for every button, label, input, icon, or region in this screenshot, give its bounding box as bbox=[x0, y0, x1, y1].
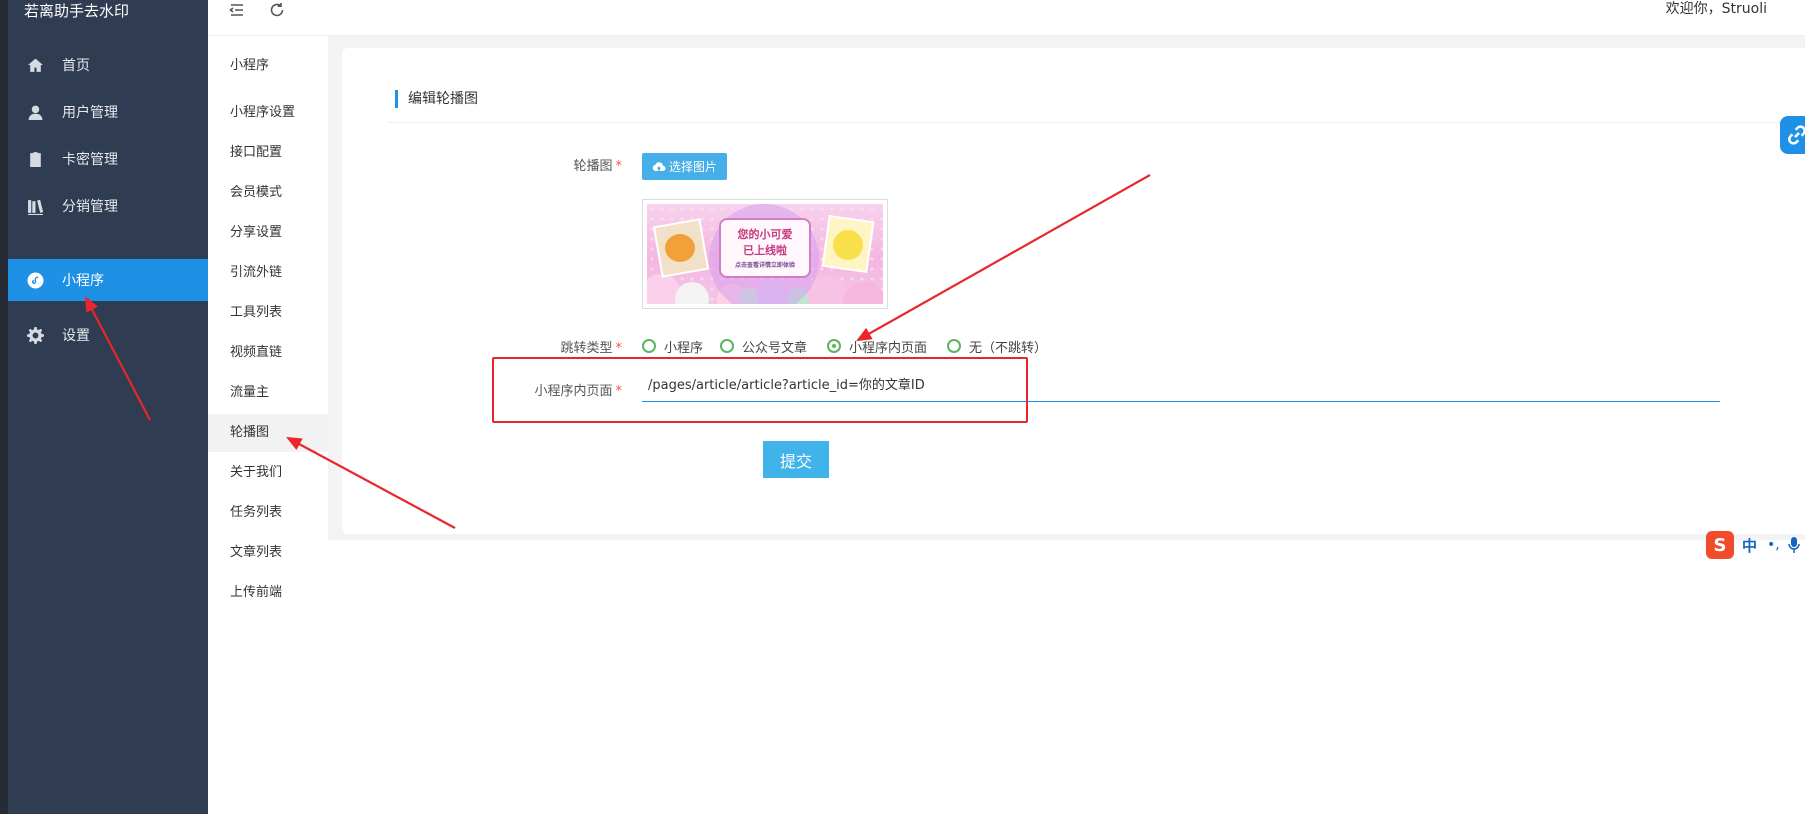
sidebar-item-label: 设置 bbox=[62, 328, 90, 344]
top-bar: 欢迎你，Struoli bbox=[208, 0, 1805, 36]
main-lower-area bbox=[328, 540, 1805, 814]
submenu-item-membership[interactable]: 会员模式 bbox=[208, 174, 328, 212]
submenu-item-external-links[interactable]: 引流外链 bbox=[208, 254, 328, 292]
banner-image: 您的小可爱 已上线啦 点击查看详情立即体验 bbox=[647, 204, 883, 304]
jump-type-label: 跳转类型 * bbox=[560, 341, 623, 356]
radio-official-article[interactable]: 公众号文章 bbox=[720, 337, 807, 356]
app-root: 若离助手去水印 首页 用户管理 卡密管理 分销管理 小程序 设置 欢迎你，Str… bbox=[0, 0, 1805, 814]
required-mark: * bbox=[615, 159, 623, 174]
submenu-item-share-settings[interactable]: 分享设置 bbox=[208, 214, 328, 252]
user-icon bbox=[26, 103, 44, 121]
banner-text-line2: 已上线啦 bbox=[743, 244, 787, 257]
highlight-box bbox=[492, 357, 1028, 423]
radio-miniprogram-page[interactable]: 小程序内页面 bbox=[827, 337, 927, 356]
home-icon bbox=[26, 56, 44, 74]
refresh-icon[interactable] bbox=[266, 0, 288, 20]
sidebar-item-home[interactable]: 首页 bbox=[8, 44, 208, 86]
gear-icon bbox=[26, 326, 44, 344]
radio-circle bbox=[642, 339, 656, 353]
radio-circle bbox=[720, 339, 734, 353]
floating-link-tab[interactable] bbox=[1780, 116, 1805, 154]
form-title: 编辑轮播图 bbox=[395, 90, 478, 108]
sidebar-item-distribution[interactable]: 分销管理 bbox=[8, 185, 208, 227]
submenu-item-api-config[interactable]: 接口配置 bbox=[208, 134, 328, 172]
submenu-item-carousel[interactable]: 轮播图 bbox=[208, 414, 328, 452]
submenu-title: 小程序 bbox=[230, 58, 270, 73]
form-card bbox=[342, 48, 1805, 534]
brand-title: 若离助手去水印 bbox=[24, 2, 130, 20]
submit-button[interactable]: 提交 bbox=[763, 441, 829, 478]
banner-label: 轮播图 * bbox=[573, 159, 623, 174]
submenu-item-tool-list[interactable]: 工具列表 bbox=[208, 294, 328, 332]
sidebar-item-label: 首页 bbox=[62, 58, 90, 74]
sidebar-item-label: 分销管理 bbox=[62, 199, 118, 215]
submenu-item-task-list[interactable]: 任务列表 bbox=[208, 494, 328, 532]
sidebar-item-label: 小程序 bbox=[62, 273, 104, 289]
welcome-text[interactable]: 欢迎你，Struoli bbox=[1666, 0, 1767, 20]
link-icon bbox=[1788, 125, 1805, 145]
ime-toolbar[interactable]: S 中 •, bbox=[1706, 530, 1805, 560]
microphone-icon bbox=[1787, 537, 1800, 553]
banner-text-line3: 点击查看详情立即体验 bbox=[734, 262, 795, 269]
submenu-item-miniprogram-settings[interactable]: 小程序设置 bbox=[208, 94, 328, 132]
window-edge bbox=[0, 0, 8, 814]
submenu-item-about-us[interactable]: 关于我们 bbox=[208, 454, 328, 492]
miniprogram-icon bbox=[26, 271, 44, 289]
sidebar-item-label: 卡密管理 bbox=[62, 152, 118, 168]
cloud-upload-icon bbox=[652, 161, 666, 171]
choose-image-button[interactable]: 选择图片 bbox=[642, 153, 727, 180]
books-icon bbox=[26, 197, 44, 215]
radio-circle-checked bbox=[827, 339, 841, 353]
banner-text-line1: 您的小可爱 bbox=[737, 228, 793, 241]
clipboard-icon bbox=[26, 150, 44, 168]
radio-circle bbox=[947, 339, 961, 353]
banner-image-preview[interactable]: 您的小可爱 已上线啦 点击查看详情立即体验 bbox=[642, 199, 888, 309]
sidebar-item-miniprogram[interactable]: 小程序 bbox=[8, 259, 208, 301]
sogou-ime-icon: S bbox=[1706, 531, 1734, 559]
title-divider bbox=[388, 122, 1805, 123]
sidebar: 若离助手去水印 首页 用户管理 卡密管理 分销管理 小程序 设置 bbox=[8, 0, 208, 814]
sidebar-item-users[interactable]: 用户管理 bbox=[8, 91, 208, 133]
submenu-item-video-links[interactable]: 视频直链 bbox=[208, 334, 328, 372]
submenu-item-article-list[interactable]: 文章列表 bbox=[208, 534, 328, 572]
menu-collapse-icon[interactable] bbox=[226, 0, 248, 20]
ime-punctuation: •, bbox=[1767, 537, 1780, 553]
ime-mode-label: 中 bbox=[1742, 536, 1758, 555]
submenu-item-upload-frontend[interactable]: 上传前端 bbox=[208, 574, 328, 612]
radio-no-jump[interactable]: 无（不跳转） bbox=[947, 337, 1047, 356]
sidebar-item-settings[interactable]: 设置 bbox=[8, 314, 208, 356]
sidebar-item-label: 用户管理 bbox=[62, 105, 118, 121]
sidebar-item-cards[interactable]: 卡密管理 bbox=[8, 138, 208, 180]
radio-miniprogram[interactable]: 小程序 bbox=[642, 337, 703, 356]
required-mark: * bbox=[615, 341, 623, 356]
submenu-item-traffic-master[interactable]: 流量主 bbox=[208, 374, 328, 412]
